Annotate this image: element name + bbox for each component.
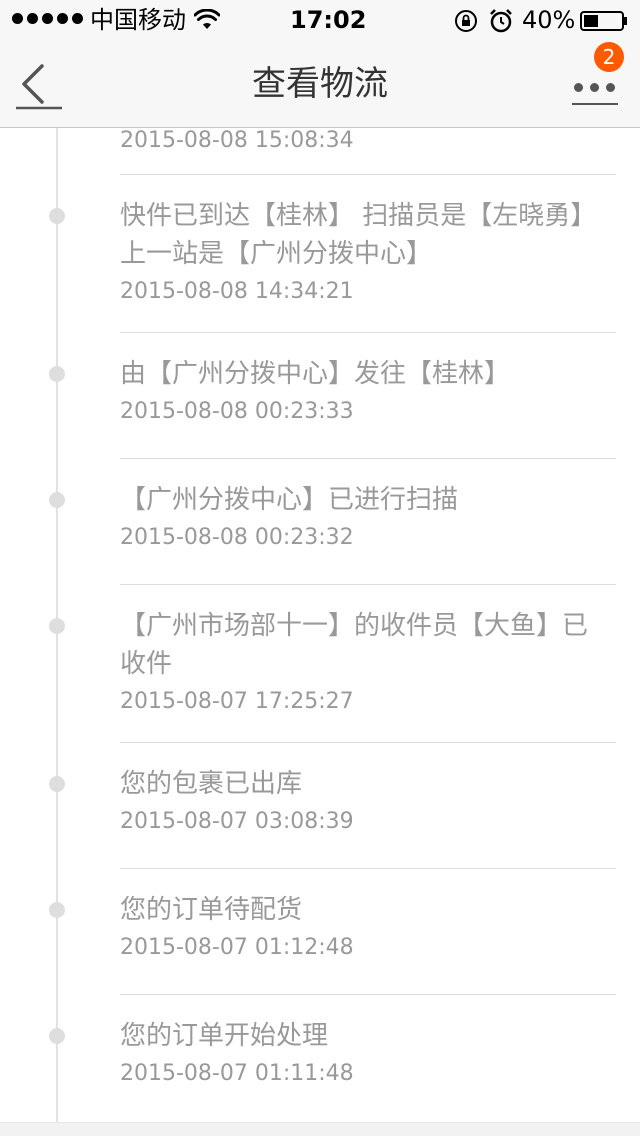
entry-message: 您的包裹已出库 [120, 769, 303, 799]
battery-percentage: 40% [522, 6, 576, 34]
entry-message: 您的订单待配货 [120, 895, 303, 925]
divider [120, 994, 616, 995]
entry-time: 2015-08-08 00:23:33 [120, 399, 354, 424]
entry-message: 快件已到达【桂林】 扫描员是【左晓勇】上一站是【广州分拨中心】 [120, 201, 597, 269]
back-button[interactable] [14, 62, 64, 112]
logistics-timeline: 2015-08-08 15:08:34 快件已到达【桂林】 扫描员是【左晓勇】上… [0, 128, 640, 1122]
entry-message: 【广州分拨中心】已进行扫描 [120, 485, 459, 515]
entry-time: 2015-08-08 15:08:34 [120, 128, 354, 153]
timeline-dot [49, 618, 65, 634]
timeline-dot [49, 208, 65, 224]
wifi-icon [194, 9, 220, 29]
more-icon [574, 83, 615, 92]
more-menu-button[interactable] [572, 70, 618, 118]
entry-time: 2015-08-07 01:11:48 [120, 1061, 354, 1086]
entry-message: 由【广州分拨中心】发往【桂林】 [120, 359, 511, 389]
timeline-dot [49, 366, 65, 382]
navigation-bar: 查看物流 [0, 40, 640, 128]
entry-time: 2015-08-07 01:12:48 [120, 935, 354, 960]
carrier-name: 中国移动 [90, 6, 186, 34]
signal-strength-icon [12, 13, 83, 24]
bottom-bar [0, 1122, 640, 1136]
divider [120, 458, 616, 459]
timeline-dot [49, 492, 65, 508]
timeline-dot [49, 1028, 65, 1044]
entry-message: 【广州市场部十一】的收件员【大鱼】已收件 [120, 611, 589, 679]
divider [120, 868, 616, 869]
divider [120, 332, 616, 333]
entry-time: 2015-08-07 17:25:27 [120, 689, 354, 714]
rotation-lock-icon [455, 10, 477, 32]
notification-badge: 2 [594, 42, 624, 72]
entry-message: 您的订单开始处理 [120, 1021, 329, 1051]
battery-icon [580, 11, 627, 31]
status-time: 17:02 [290, 6, 367, 34]
divider [120, 174, 616, 175]
timeline-dot [49, 776, 65, 792]
status-bar: 中国移动 17:02 40% [0, 0, 640, 40]
entry-time: 2015-08-07 03:08:39 [120, 809, 354, 834]
page-title: 查看物流 [252, 64, 388, 104]
timeline-dot [49, 902, 65, 918]
entry-time: 2015-08-08 14:34:21 [120, 279, 354, 304]
entry-time: 2015-08-08 00:23:32 [120, 525, 354, 550]
alarm-clock-icon [490, 9, 512, 33]
divider [120, 584, 616, 585]
divider [120, 742, 616, 743]
